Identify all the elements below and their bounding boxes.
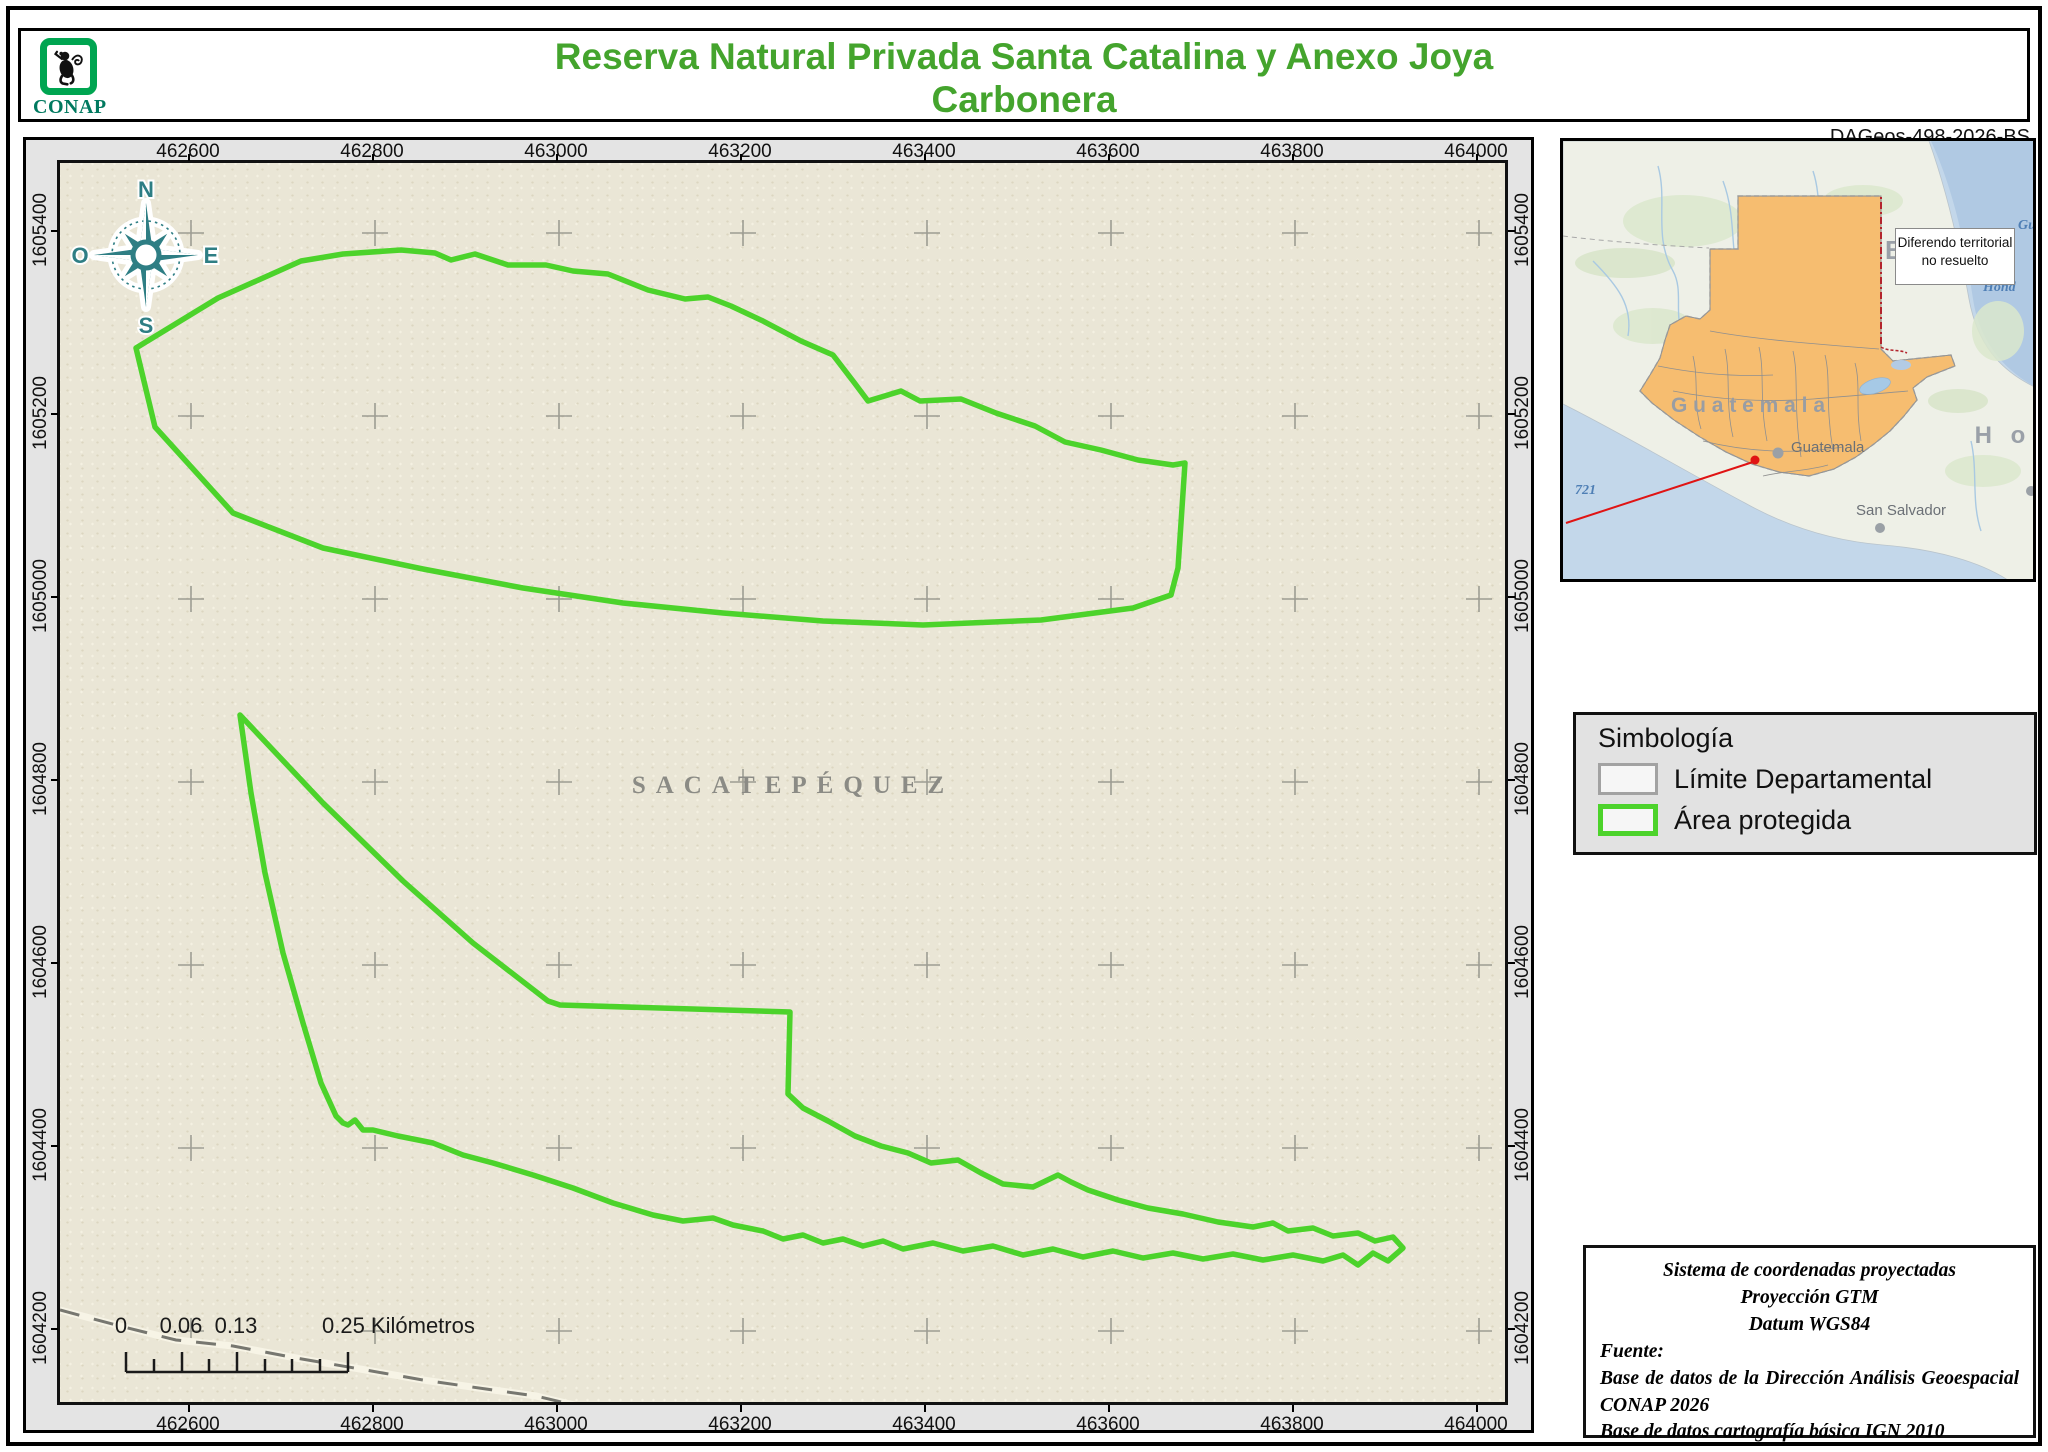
honduras-label: H o xyxy=(1975,422,2032,449)
grid-tick xyxy=(1508,1145,1515,1147)
grid-tick xyxy=(188,154,190,161)
crs-line: Sistema de coordenadas proyectadas xyxy=(1600,1258,2019,1285)
scalebar-label: 0 xyxy=(115,1313,127,1339)
grid-tick xyxy=(51,1145,58,1147)
grid-tick xyxy=(372,154,374,161)
protected-area-polygon-upper xyxy=(136,250,1185,625)
grid-tick xyxy=(1508,596,1515,598)
grid-tick xyxy=(1508,1328,1515,1330)
legend-item-area: Área protegida xyxy=(1598,804,2034,836)
header: CONAP Reserva Natural Privada Santa Cata… xyxy=(18,28,2030,122)
compass-east-label: E xyxy=(204,243,219,268)
legend-title: Simbología xyxy=(1598,723,2034,754)
protected-area-swatch xyxy=(1598,804,1658,836)
city-label: Guatemala xyxy=(1791,439,1865,456)
easting-label-bottom: 463800 xyxy=(1260,1414,1323,1436)
northing-label-right: 1604600 xyxy=(1512,925,1534,999)
depth-label: 721 xyxy=(1575,483,1596,498)
easting-label-bottom: 463600 xyxy=(1076,1414,1139,1436)
scalebar-label: 0.13 xyxy=(215,1313,258,1339)
grid-tick xyxy=(556,154,558,161)
map-document-page: CONAP Reserva Natural Privada Santa Cata… xyxy=(0,0,2048,1452)
northing-label-right: 1605400 xyxy=(1512,193,1534,267)
source-1: Base de datos de la Dirección Análisis G… xyxy=(1600,1366,2019,1420)
grid-tick xyxy=(51,1328,58,1330)
map-title-line1: Reserva Natural Privada Santa Catalina y… xyxy=(21,35,2027,78)
grid-tick xyxy=(1476,154,1478,161)
grid-tick xyxy=(1108,154,1110,161)
grid-tick xyxy=(1508,230,1515,232)
northing-label-left: 1604800 xyxy=(30,742,52,816)
northing-label-left: 1605400 xyxy=(30,193,52,267)
northing-label-right: 1604800 xyxy=(1512,742,1534,816)
grid-tick xyxy=(740,154,742,161)
legend: Simbología Límite Departamental Área pro… xyxy=(1573,712,2037,855)
northing-label-right: 1605200 xyxy=(1512,376,1534,450)
location-dot xyxy=(1751,456,1760,465)
grid-tick xyxy=(51,779,58,781)
department-label: SACATEPÉQUEZ xyxy=(632,772,954,800)
northing-label-left: 1604200 xyxy=(30,1291,52,1365)
grid-tick xyxy=(1508,779,1515,781)
northing-label-left: 1605000 xyxy=(30,559,52,633)
grid-tick xyxy=(51,413,58,415)
grid-tick xyxy=(372,1405,374,1412)
scalebar-label: 0.06 xyxy=(160,1313,203,1339)
map-frame: N S E O SACATEPÉQUEZ 0 0.06 0.13 0.25 Kilóm… xyxy=(23,137,1534,1433)
credits-box: Sistema de coordenadas proyectadas Proye… xyxy=(1583,1245,2036,1438)
scalebar-label: 0.25 Kilómetros xyxy=(322,1313,475,1339)
country-label: G u a t e m a l a xyxy=(1671,394,1825,417)
compass-rose-icon: N S E O xyxy=(68,173,224,343)
san-salvador-label: San Salvador xyxy=(1856,502,1946,519)
easting-label-bottom: 464000 xyxy=(1444,1414,1507,1436)
easting-label-bottom: 462800 xyxy=(340,1414,403,1436)
easting-label-bottom: 463400 xyxy=(892,1414,955,1436)
grid-tick xyxy=(740,1405,742,1412)
easting-label-bottom: 462600 xyxy=(156,1414,219,1436)
grid-tick xyxy=(1108,1405,1110,1412)
northing-label-left: 1605200 xyxy=(30,376,52,450)
legend-item-limite: Límite Departamental xyxy=(1598,763,2034,795)
northing-label-right: 1604400 xyxy=(1512,1108,1534,1182)
grid-tick xyxy=(924,154,926,161)
source-2: Base de datos cartografía básica IGN 201… xyxy=(1600,1419,2019,1446)
guatemala-city-dot xyxy=(1773,448,1784,459)
northing-label-right: 1604200 xyxy=(1512,1291,1534,1365)
gulf-label-1: Gu xyxy=(2018,218,2036,233)
fuente-label: Fuente: xyxy=(1600,1339,2019,1366)
map-title: Reserva Natural Privada Santa Catalina y… xyxy=(21,35,2027,121)
grid-tick xyxy=(1476,1405,1478,1412)
grid-tick xyxy=(51,230,58,232)
datum-line: Datum WGS84 xyxy=(1600,1312,2019,1339)
grid-tick xyxy=(1508,413,1515,415)
grid-tick xyxy=(556,1405,558,1412)
map-canvas: N S E O SACATEPÉQUEZ 0 0.06 0.13 0.25 Kilóm… xyxy=(57,160,1508,1405)
projection-line: Proyección GTM xyxy=(1600,1285,2019,1312)
northing-label-left: 1604600 xyxy=(30,925,52,999)
inset-locator-map: B G u a t e m a l a Guatemala San Salvad… xyxy=(1560,138,2036,582)
map-title-line2: Carbonera xyxy=(21,78,2027,121)
grid-tick xyxy=(1292,1405,1294,1412)
easting-label-bottom: 463200 xyxy=(708,1414,771,1436)
northing-label-right: 1605000 xyxy=(1512,559,1534,633)
grid-tick xyxy=(51,962,58,964)
compass-west-label: O xyxy=(71,243,88,268)
territorial-note: Diferendo territorial no resuelto xyxy=(1895,228,2015,285)
grid-tick xyxy=(188,1405,190,1412)
northing-label-left: 1604400 xyxy=(30,1108,52,1182)
compass-south-label: S xyxy=(139,313,154,338)
grid-tick xyxy=(51,596,58,598)
grid-tick xyxy=(924,1405,926,1412)
grid-tick xyxy=(1292,154,1294,161)
departmental-limit-swatch xyxy=(1598,763,1658,795)
compass-north-label: N xyxy=(138,177,154,202)
grid-tick xyxy=(1508,962,1515,964)
easting-label-bottom: 463000 xyxy=(524,1414,587,1436)
